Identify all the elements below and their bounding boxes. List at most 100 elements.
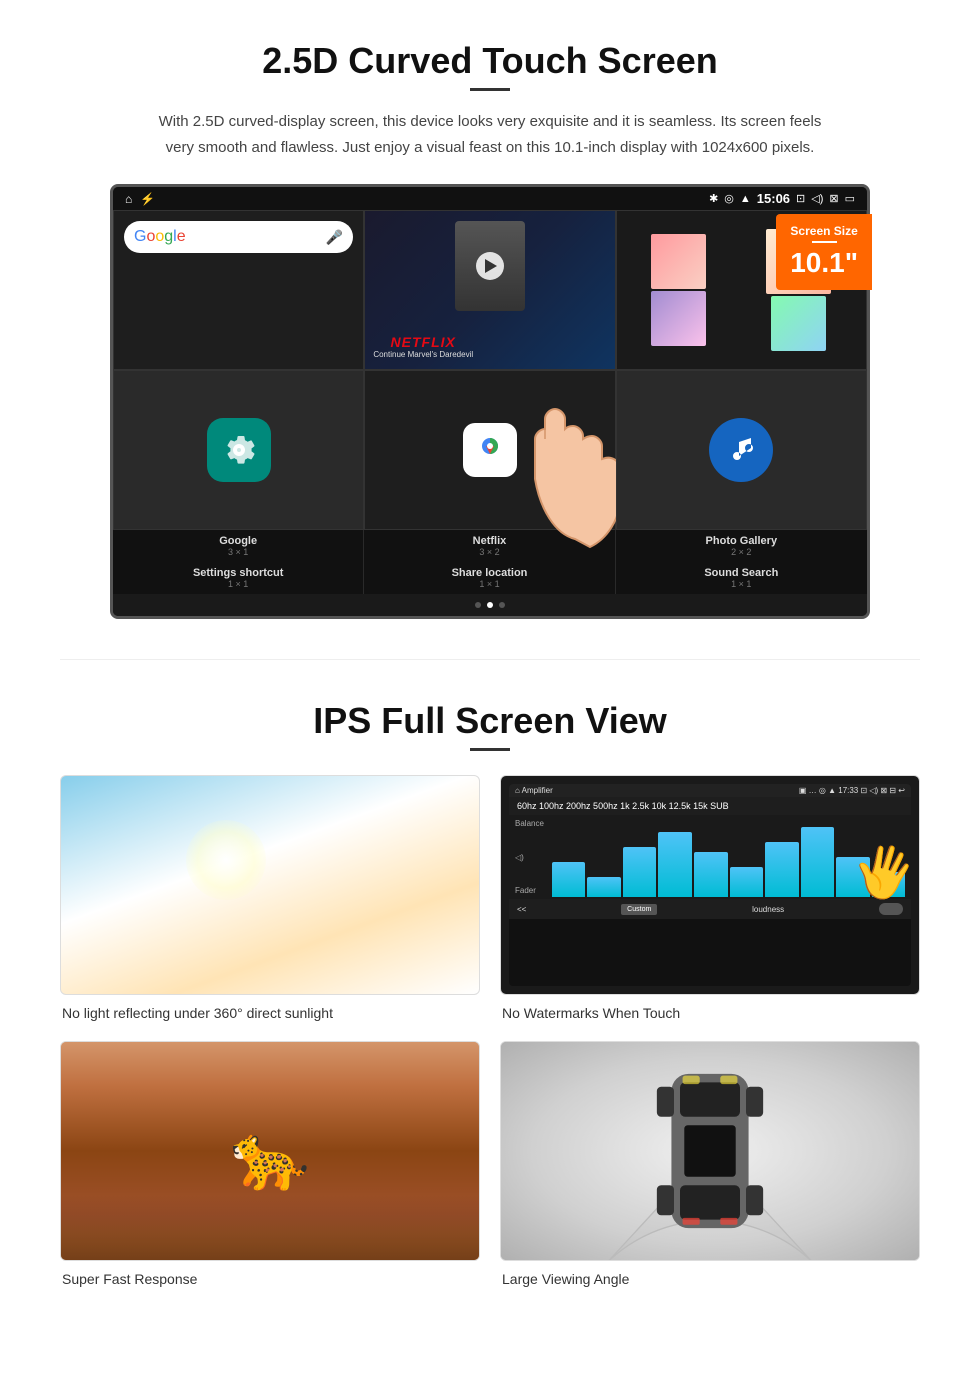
car-image bbox=[500, 1041, 920, 1261]
settings-cell[interactable] bbox=[113, 370, 364, 530]
sound-label: Sound Search bbox=[624, 567, 859, 579]
section-divider bbox=[60, 659, 920, 660]
maps-icon bbox=[463, 423, 517, 477]
eq-bar-5 bbox=[694, 852, 728, 897]
eq-bar-3 bbox=[623, 847, 657, 897]
eq-bar-6 bbox=[730, 867, 764, 897]
google-size: 3 × 1 bbox=[121, 547, 355, 557]
amp-vol-icon: ◁) bbox=[515, 853, 544, 862]
car-caption: Large Viewing Angle bbox=[500, 1271, 920, 1287]
settings-icon-circle bbox=[207, 418, 271, 482]
amplifier-caption: No Watermarks When Touch bbox=[500, 1005, 920, 1021]
gallery-item-car: Large Viewing Angle bbox=[500, 1041, 920, 1287]
netflix-label-overlay: NETFLIX Continue Marvel's Daredevil bbox=[373, 334, 473, 359]
eq-bar-7 bbox=[765, 842, 799, 897]
amp-screen: ⌂ Amplifier ▣ … ◎ ▲ 17:33 ⊡ ◁) ⊠ ⊟ ↩ 60h… bbox=[509, 784, 911, 986]
sunlight-caption: No light reflecting under 360° direct su… bbox=[60, 1005, 480, 1021]
music-note-icon bbox=[725, 434, 757, 466]
cheetah-caption: Super Fast Response bbox=[60, 1271, 480, 1287]
netflix-subtitle: Continue Marvel's Daredevil bbox=[373, 350, 473, 359]
amp-toggle[interactable] bbox=[879, 903, 903, 915]
share-size: 1 × 1 bbox=[372, 579, 606, 589]
app-grid: Google 🎤 NETFLIX Continue bbox=[113, 210, 867, 530]
status-bar: ⌂ ⚡ ✱ ◎ ▲ 15:06 ⊡ ◁) ⊠ ▭ bbox=[113, 187, 867, 210]
gallery-item-sunlight: No light reflecting under 360° direct su… bbox=[60, 775, 480, 1021]
gallery-item-cheetah: 🐆 Super Fast Response bbox=[60, 1041, 480, 1287]
gallery-item-amplifier: ⌂ Amplifier ▣ … ◎ ▲ 17:33 ⊡ ◁) ⊠ ⊟ ↩ 60h… bbox=[500, 775, 920, 1021]
screen-size-badge: Screen Size 10.1" bbox=[776, 214, 872, 290]
share-label: Share location bbox=[372, 567, 606, 579]
share-location-cell[interactable] bbox=[364, 370, 615, 530]
section1-desc: With 2.5D curved-display screen, this de… bbox=[150, 109, 830, 160]
netflix-cell[interactable]: NETFLIX Continue Marvel's Daredevil bbox=[364, 210, 615, 370]
status-right: ✱ ◎ ▲ 15:06 ⊡ ◁) ⊠ ▭ bbox=[709, 191, 855, 206]
google-cell[interactable]: Google 🎤 bbox=[113, 210, 364, 370]
badge-underline bbox=[812, 241, 837, 243]
app-label-row-1: Google 3 × 1 Netflix 3 × 2 Photo Gallery… bbox=[113, 530, 867, 562]
amp-time: ▣ … ◎ ▲ 17:33 ⊡ ◁) ⊠ ⊟ ↩ bbox=[799, 786, 905, 795]
section-curved: 2.5D Curved Touch Screen With 2.5D curve… bbox=[0, 0, 980, 649]
status-left: ⌂ ⚡ bbox=[125, 192, 155, 206]
device-screen: ⌂ ⚡ ✱ ◎ ▲ 15:06 ⊡ ◁) ⊠ ▭ bbox=[110, 184, 870, 619]
dot-2-active bbox=[487, 602, 493, 608]
dot-1 bbox=[475, 602, 481, 608]
title-underline-1 bbox=[470, 88, 510, 91]
battery-icon: ▭ bbox=[845, 192, 855, 205]
sound-search-cell[interactable] bbox=[616, 370, 867, 530]
label-google: Google 3 × 1 bbox=[113, 530, 364, 562]
google-search-bar[interactable]: Google 🎤 bbox=[124, 221, 353, 253]
amp-back-btn[interactable]: << bbox=[517, 905, 526, 914]
settings-size: 1 × 1 bbox=[121, 579, 355, 589]
camera-icon: ⊡ bbox=[796, 192, 805, 205]
amp-home: ⌂ Amplifier bbox=[515, 786, 553, 795]
google-logo: Google bbox=[134, 228, 186, 246]
gear-icon bbox=[221, 432, 257, 468]
play-button[interactable] bbox=[476, 252, 504, 280]
amp-title-row: 60hz 100hz 200hz 500hz 1k 2.5k 10k 12.5k… bbox=[509, 797, 911, 815]
amp-custom-row: << Custom loudness bbox=[509, 899, 911, 919]
home-icon[interactable]: ⌂ bbox=[125, 192, 132, 206]
amp-status-bar: ⌂ Amplifier ▣ … ◎ ▲ 17:33 ⊡ ◁) ⊠ ⊟ ↩ bbox=[509, 784, 911, 797]
dot-3 bbox=[499, 602, 505, 608]
badge-size: 10.1" bbox=[790, 246, 858, 280]
mic-icon[interactable]: 🎤 bbox=[326, 229, 343, 246]
eq-bar-1 bbox=[552, 862, 586, 897]
sound-icon-circle bbox=[709, 418, 773, 482]
label-photo-gallery: Photo Gallery 2 × 2 bbox=[616, 530, 867, 562]
maps-logo-svg bbox=[474, 434, 506, 466]
section1-title: 2.5D Curved Touch Screen bbox=[60, 40, 920, 82]
label-settings: Settings shortcut 1 × 1 bbox=[113, 562, 364, 594]
amp-custom-btn[interactable]: Custom bbox=[621, 904, 657, 915]
amp-label-balance: Balance bbox=[515, 819, 544, 828]
amp-loudness-label: loudness bbox=[752, 905, 784, 914]
label-share: Share location 1 × 1 bbox=[364, 562, 615, 594]
status-time: 15:06 bbox=[757, 191, 790, 206]
eq-bar-2 bbox=[587, 877, 621, 897]
netflix-logo-text: NETFLIX bbox=[373, 334, 473, 350]
photo-thumb-1 bbox=[651, 234, 706, 289]
amp-freq-labels: 60hz 100hz 200hz 500hz 1k 2.5k 10k 12.5k… bbox=[517, 801, 729, 811]
badge-label: Screen Size bbox=[790, 224, 858, 238]
photo-gallery-label: Photo Gallery bbox=[624, 535, 859, 547]
gallery-grid: No light reflecting under 360° direct su… bbox=[60, 775, 920, 1287]
cheetah-image: 🐆 bbox=[60, 1041, 480, 1261]
section-ips: IPS Full Screen View No light reflecting… bbox=[0, 670, 980, 1317]
photo-thumb-2 bbox=[651, 291, 706, 346]
sunlight-flare bbox=[186, 820, 266, 900]
eq-bar-8 bbox=[801, 827, 835, 897]
location-icon: ◎ bbox=[724, 192, 734, 205]
sunlight-image bbox=[60, 775, 480, 995]
eq-bar-4 bbox=[658, 832, 692, 897]
cheetah-emoji: 🐆 bbox=[230, 1120, 310, 1195]
google-label: Google bbox=[121, 535, 355, 547]
photo-thumb-3 bbox=[771, 296, 826, 351]
play-triangle bbox=[485, 259, 497, 273]
label-sound: Sound Search 1 × 1 bbox=[616, 562, 867, 594]
amplifier-image: ⌂ Amplifier ▣ … ◎ ▲ 17:33 ⊡ ◁) ⊠ ⊟ ↩ 60h… bbox=[500, 775, 920, 995]
title-underline-2 bbox=[470, 748, 510, 751]
label-netflix: Netflix 3 × 2 bbox=[364, 530, 615, 562]
usb-icon: ⚡ bbox=[140, 192, 155, 206]
device-wrapper: Screen Size 10.1" ⌂ ⚡ ✱ ◎ ▲ 15:06 ⊡ ◁) ⊠ bbox=[110, 184, 870, 619]
sound-size: 1 × 1 bbox=[624, 579, 859, 589]
close-icon: ⊠ bbox=[829, 192, 838, 205]
